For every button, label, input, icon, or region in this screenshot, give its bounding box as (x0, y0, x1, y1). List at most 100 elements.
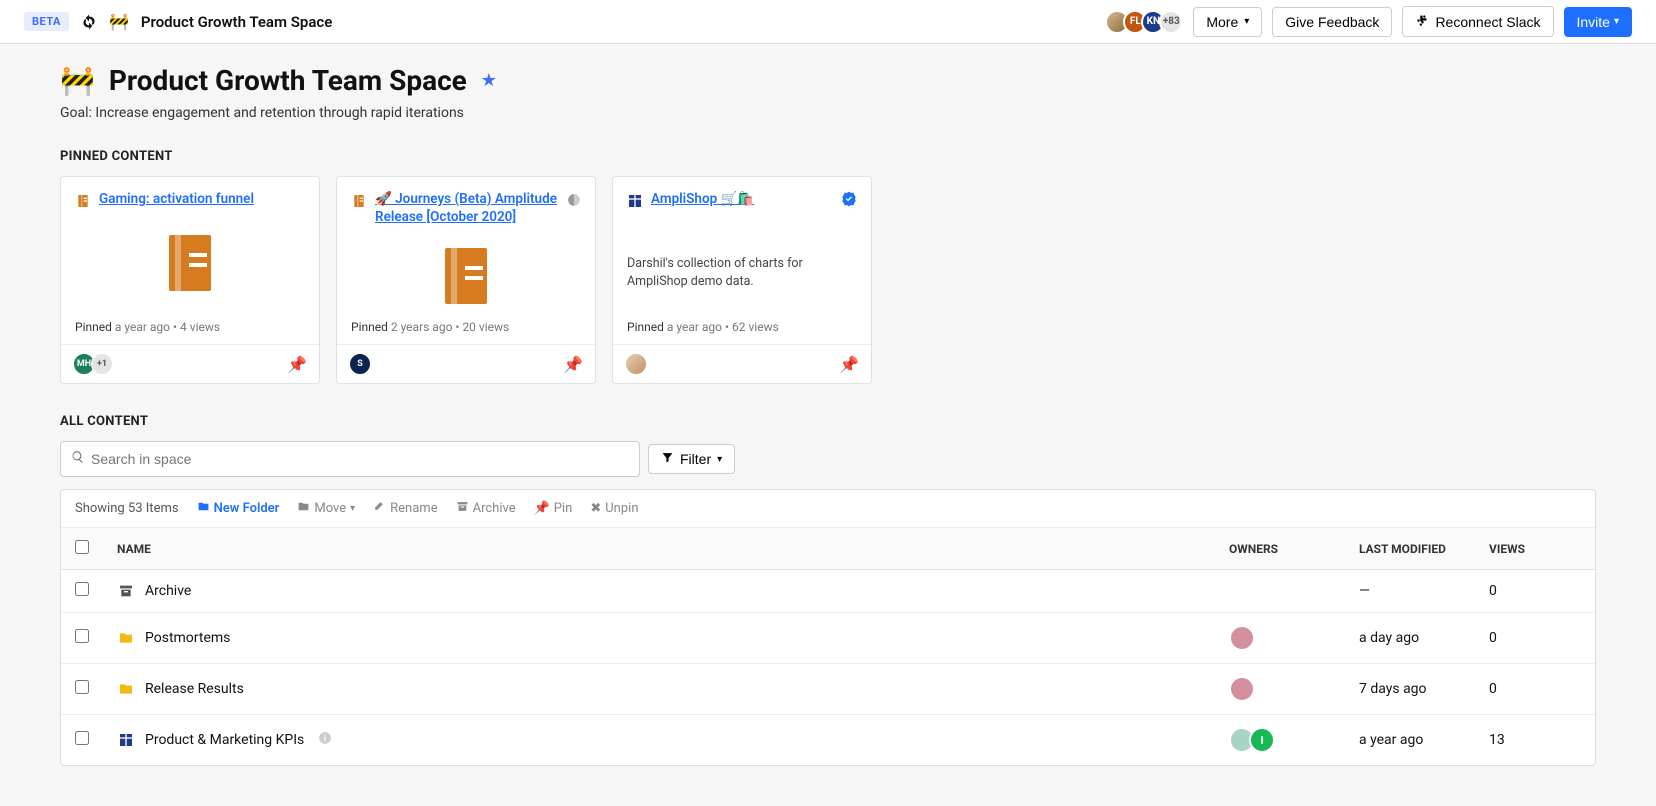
pinned-card-avatars[interactable]: S (349, 353, 371, 375)
avatar: S (349, 353, 371, 375)
pinned-card-meta: Pinned a year ago • 4 views (75, 320, 305, 334)
notebook-icon (75, 193, 91, 213)
feedback-button[interactable]: Give Feedback (1272, 7, 1392, 37)
page-emoji: 🚧 (60, 64, 95, 97)
page-goal: Goal: Increase engagement and retention … (60, 105, 1596, 121)
topbar-right: FL KN +83 More ▾ Give Feedback Reconnect… (1105, 6, 1632, 37)
sync-icon[interactable] (81, 14, 97, 30)
pinned-card-avatars[interactable] (625, 353, 647, 375)
row-checkbox[interactable] (75, 731, 89, 745)
row-checkbox[interactable] (75, 629, 89, 643)
move-button[interactable]: Move ▾ (297, 500, 355, 517)
avatar (1229, 676, 1255, 702)
unpin-button[interactable]: ✖ Unpin (590, 501, 638, 516)
invite-label: Invite (1577, 14, 1610, 30)
archive-button[interactable]: Archive (456, 500, 516, 517)
page-title: Product Growth Team Space (109, 64, 467, 97)
search-input[interactable] (91, 451, 629, 467)
external-link-icon (567, 193, 581, 211)
unpin-icon: ✖ (590, 501, 601, 516)
table-toolbar: Showing 53 Items New Folder Move ▾ Renam… (61, 490, 1595, 528)
breadcrumb-title[interactable]: Product Growth Team Space (141, 13, 332, 31)
avatar (1229, 625, 1255, 651)
topbar: BETA 🚧 Product Growth Team Space FL KN +… (0, 0, 1656, 44)
pinned-card[interactable]: 🚀 Journeys (Beta) Amplitude Release [Oct… (336, 176, 596, 384)
row-name: Product & Marketing KPIs (145, 732, 304, 748)
row-checkbox[interactable] (75, 582, 89, 596)
avatar: I (1249, 727, 1275, 753)
new-folder-button[interactable]: New Folder (197, 500, 280, 517)
reconnect-slack-button[interactable]: Reconnect Slack (1402, 6, 1553, 37)
topbar-left: BETA 🚧 Product Growth Team Space (24, 12, 332, 31)
feedback-label: Give Feedback (1285, 14, 1379, 30)
col-owners[interactable]: OWNERS (1215, 528, 1345, 570)
page-header: 🚧 Product Growth Team Space ★ (60, 64, 1596, 97)
row-name: Postmortems (145, 630, 230, 646)
content-table: Showing 53 Items New Folder Move ▾ Renam… (60, 489, 1596, 766)
member-avatar-stack[interactable]: FL KN +83 (1105, 10, 1183, 34)
row-modified: a day ago (1359, 630, 1419, 646)
notebook-icon (351, 193, 367, 213)
row-views: 13 (1489, 732, 1505, 748)
beta-badge: BETA (24, 12, 69, 31)
col-modified[interactable]: LAST MODIFIED (1345, 528, 1475, 570)
table-row[interactable]: Release Results7 days ago0 (61, 664, 1595, 715)
row-owners (1229, 625, 1331, 651)
col-name[interactable]: NAME (103, 528, 1215, 570)
pinned-card-hero (75, 235, 305, 291)
member-avatar-more[interactable]: +83 (1159, 10, 1183, 34)
filter-label: Filter (680, 451, 711, 467)
pinned-card-desc: Darshil's collection of charts for Ampli… (627, 255, 857, 290)
pinned-card-hero (351, 248, 581, 304)
rename-icon (373, 500, 386, 517)
col-views[interactable]: VIEWS (1475, 528, 1595, 570)
pin-icon[interactable]: 📌 (839, 355, 859, 374)
slack-icon (1415, 13, 1429, 30)
pinned-card-avatars[interactable]: MH +1 (73, 353, 113, 375)
pinned-card-title[interactable]: AmpliShop 🛒🛍️ (651, 191, 829, 209)
table-row[interactable]: Product & Marketing KPIs Ia year ago 13 (61, 715, 1595, 766)
more-label: More (1206, 14, 1238, 30)
dashboard-icon (627, 193, 643, 213)
row-name: Release Results (145, 681, 244, 697)
chevron-down-icon: ▾ (1244, 16, 1249, 27)
pinned-section-label: PINNED CONTENT (60, 149, 1596, 164)
archive-icon (456, 500, 469, 517)
rename-button[interactable]: Rename (373, 500, 437, 517)
breadcrumb-emoji: 🚧 (109, 12, 129, 31)
pin-icon: 📌 (534, 501, 550, 516)
pinned-card[interactable]: Gaming: activation funnel Pinned a year … (60, 176, 320, 384)
pinned-card[interactable]: AmpliShop 🛒🛍️ Darshil's collection of ch… (612, 176, 872, 384)
row-views: 0 (1489, 630, 1497, 646)
row-checkbox[interactable] (75, 680, 89, 694)
star-icon[interactable]: ★ (481, 70, 497, 91)
chevron-down-icon: ▾ (350, 503, 355, 514)
select-all-checkbox[interactable] (75, 540, 89, 554)
table-row[interactable]: Postmortems a day ago 0 (61, 613, 1595, 664)
folder-move-icon (297, 500, 310, 517)
pinned-cards-row: Gaming: activation funnel Pinned a year … (60, 176, 1596, 384)
content-list-table: NAME OWNERS LAST MODIFIED VIEWS Archive—… (61, 528, 1595, 765)
pinned-card-title[interactable]: Gaming: activation funnel (99, 191, 305, 209)
pin-icon[interactable]: 📌 (287, 355, 307, 374)
row-modified: — (1359, 583, 1370, 599)
pinned-card-meta: Pinned 2 years ago • 20 views (351, 320, 581, 334)
avatar (625, 353, 647, 375)
search-box[interactable] (60, 441, 640, 477)
more-button[interactable]: More ▾ (1193, 7, 1262, 37)
avatar-more: +1 (91, 353, 113, 375)
row-views: 0 (1489, 681, 1497, 697)
search-icon (71, 450, 85, 468)
info-icon (318, 731, 332, 749)
pin-button[interactable]: 📌 Pin (534, 501, 573, 516)
pinned-card-title[interactable]: 🚀 Journeys (Beta) Amplitude Release [Oct… (375, 191, 559, 226)
chevron-down-icon: ▾ (1614, 16, 1619, 27)
invite-button[interactable]: Invite ▾ (1564, 7, 1633, 37)
row-views: 0 (1489, 583, 1497, 599)
filter-button[interactable]: Filter ▾ (648, 444, 735, 474)
verified-icon (841, 191, 857, 211)
reconnect-slack-label: Reconnect Slack (1435, 14, 1540, 30)
pin-icon[interactable]: 📌 (563, 355, 583, 374)
table-row[interactable]: Archive—0 (61, 570, 1595, 613)
row-modified: a year ago (1359, 732, 1423, 748)
